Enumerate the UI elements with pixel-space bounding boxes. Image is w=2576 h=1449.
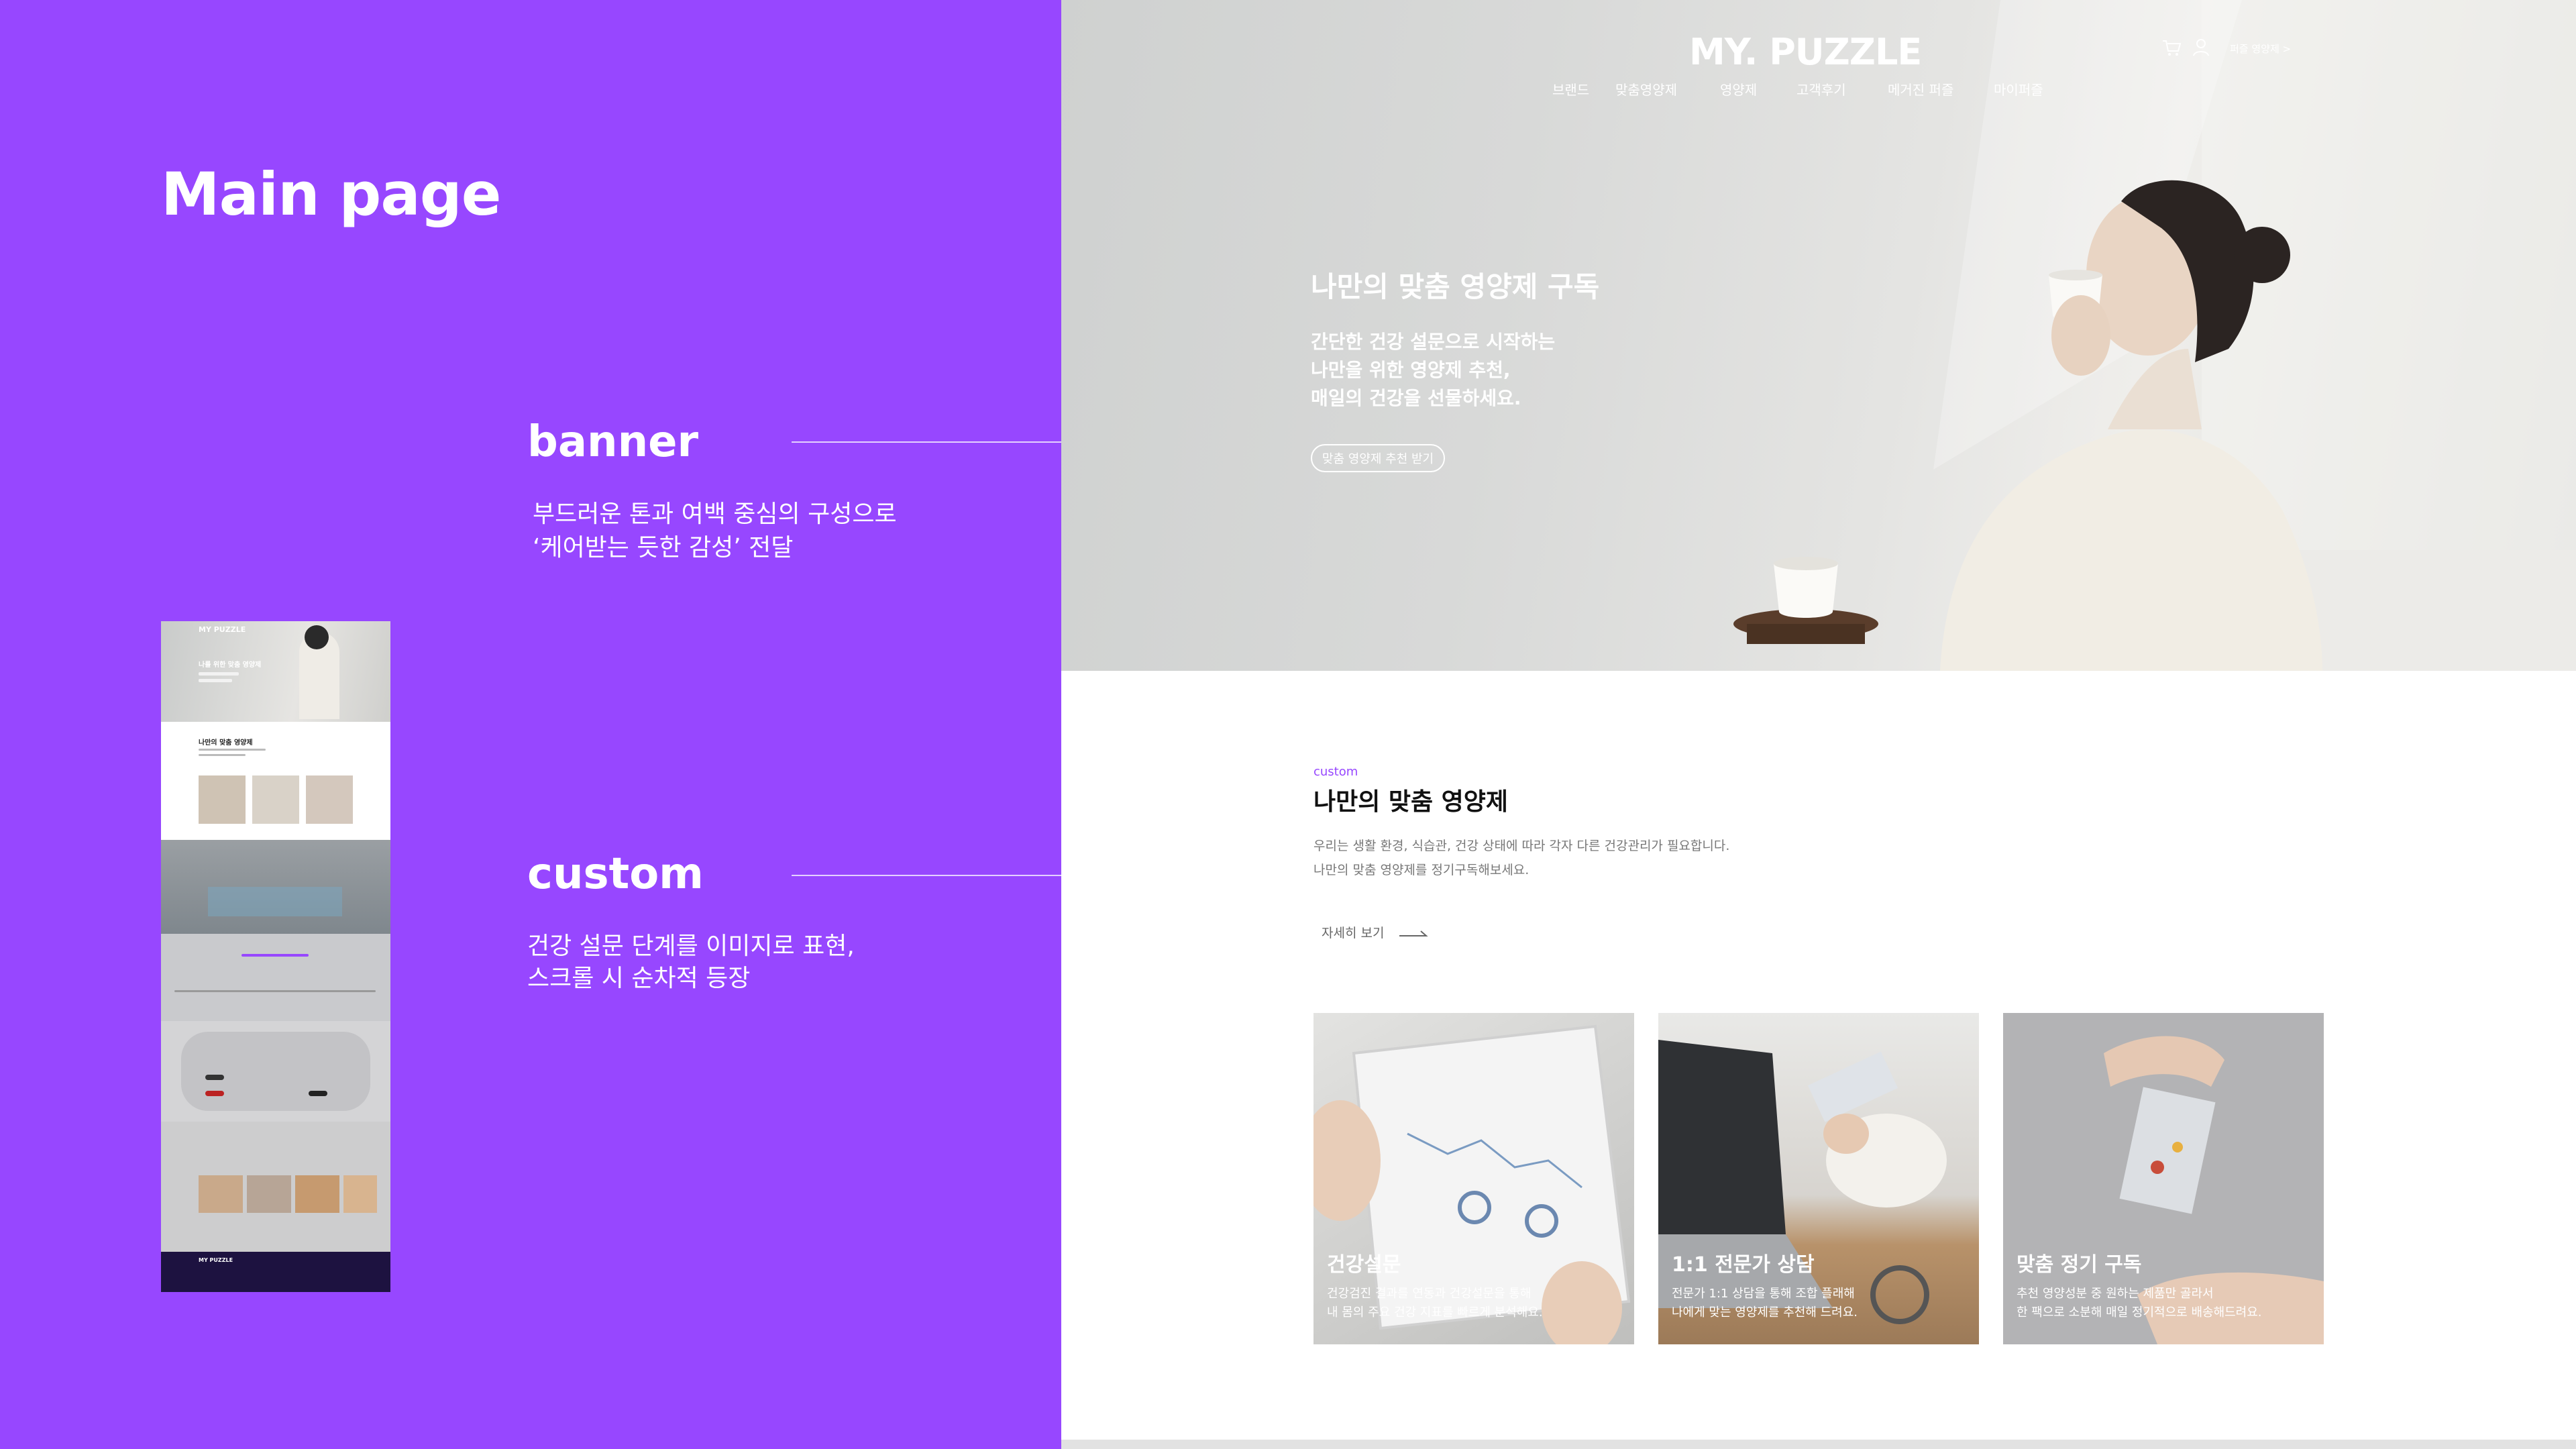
card-desc-line1: 건강검진 결과를 연동과 건강설문을 통해: [1327, 1287, 1532, 1301]
held-cup-rim: [2049, 270, 2102, 280]
thumb-review-img: [343, 1175, 377, 1213]
card-title: 1:1 전문가 상담: [1672, 1253, 1815, 1277]
thumb-footer: MY PUZZLE: [161, 1252, 390, 1292]
thumb-footer-logo: MY PUZZLE: [199, 1257, 233, 1263]
pill-blister: [1807, 1051, 1898, 1122]
thumb-recommend-section: [161, 1021, 390, 1122]
person-hand: [2051, 295, 2110, 376]
thumb-pill: [205, 1075, 224, 1080]
thumb-survey-section: [161, 840, 390, 934]
card-desc-line2: 한 팩으로 소분해 매일 정기적으로 배송해드려요.: [2017, 1305, 2262, 1320]
nav-item-magazine[interactable]: 메거진 퍼즐: [1888, 79, 1953, 99]
section-title-banner: banner: [527, 417, 699, 467]
hero-subtitle-line3: 매일의 건강을 선물하세요.: [1311, 387, 1521, 409]
hand: [1823, 1114, 1869, 1154]
pill: [2172, 1142, 2183, 1152]
thumb-hero-head: [305, 625, 329, 649]
annotation-panel: Main page banner 부드러운 톤과 여백 중심의 구성으로 ‘케어…: [0, 0, 1061, 1449]
more-link[interactable]: 자세히 보기: [1322, 923, 1429, 941]
next-section-edge: [1061, 1440, 2576, 1449]
full-page-thumbnail: MY PUZZLE 나를 위한 맞춤 영양제 나만의 맞춤 영양제 MY PUZ…: [161, 621, 390, 1292]
card-title: 맞춤 정기 구독: [2017, 1253, 2142, 1277]
thumb-card-2: [252, 775, 299, 824]
section-title-custom: custom: [527, 849, 704, 899]
card-desc-line1: 추천 영양성분 중 원하는 제품만 골라서: [2017, 1287, 2214, 1301]
connector-line-banner: [792, 441, 1061, 443]
nav-item-brand[interactable]: 브랜드: [1552, 79, 1589, 99]
thumb-survey-visual: [208, 887, 342, 916]
nav-item-reviews[interactable]: 고객후기: [1796, 79, 1846, 99]
thumb-steps-section: [161, 934, 390, 1021]
thumb-card-1: [199, 775, 246, 824]
thumb-line: [241, 954, 309, 957]
thumb-recommend-box: [181, 1032, 370, 1111]
table-cup-rim: [1774, 557, 1838, 570]
thumb-hero: MY PUZZLE 나를 위한 맞춤 영양제: [161, 621, 390, 722]
page-title: Main page: [161, 160, 501, 229]
user-icon[interactable]: [2192, 38, 2210, 56]
thumb-hero-title: 나를 위한 맞춤 영양제: [199, 661, 262, 669]
nav-item-mypuzzle[interactable]: 마이퍼즐: [1994, 79, 2043, 99]
thumb-review-img: [247, 1175, 291, 1213]
thumb-custom-heading: 나만의 맞춤 영양제: [199, 739, 253, 747]
section-desc-custom-line1: 건강 설문 단계를 이미지로 표현,: [527, 932, 855, 960]
wooden-stand-base: [1747, 624, 1865, 644]
thumb-custom-section: 나만의 맞춤 영양제: [161, 722, 390, 840]
card-health-survey[interactable]: 건강설문 건강검진 결과를 연동과 건강설문을 통해 내 몸의 주요 건강 지표…: [1313, 1013, 1634, 1344]
card-title: 건강설문: [1327, 1253, 1401, 1277]
card-subscription[interactable]: 맞춤 정기 구독 추천 영양성분 중 원하는 제품만 골라서 한 팩으로 소분해…: [2003, 1013, 2324, 1344]
thumb-review-section: [161, 1122, 390, 1252]
custom-heading: 나만의 맞춤 영양제: [1313, 788, 1509, 816]
thumb-logo: MY PUZZLE: [199, 625, 246, 634]
hero-subtitle-line2: 나만을 위한 영양제 추천,: [1311, 359, 1511, 381]
person-hair-bun: [2234, 227, 2290, 283]
custom-kicker: custom: [1313, 765, 1358, 779]
thumb-pill: [309, 1091, 327, 1096]
pill-pack: [2119, 1087, 2216, 1214]
thumb-line: [199, 749, 266, 751]
site-logo[interactable]: MY. PUZZLE: [1689, 31, 1922, 73]
hero-title: 나만의 맞춤 영양제 구독: [1311, 270, 1600, 303]
website-preview: MY. PUZZLE 브랜드 맞춤영양제 영양제 고객후기 메거진 퍼즐 마이퍼…: [1061, 0, 2576, 1449]
section-desc-banner-line1: 부드러운 톤과 여백 중심의 구성으로: [533, 500, 897, 528]
nav-item-custom-supplement[interactable]: 맞춤영양제: [1615, 79, 1677, 99]
hero-subtitle-line1: 간단한 건강 설문으로 시작하는: [1311, 331, 1556, 353]
hand-top: [2104, 1036, 2224, 1087]
thumb-line: [199, 754, 246, 756]
thumb-review-img: [295, 1175, 339, 1213]
card-expert-consult[interactable]: 1:1 전문가 상담 전문가 1:1 상담을 통해 조합 플래해 나에게 맞는 …: [1658, 1013, 1979, 1344]
cart-icon[interactable]: [2161, 39, 2182, 56]
utility-link[interactable]: 퍼즐 영양제 >: [2230, 42, 2291, 56]
custom-desc-line1: 우리는 생활 환경, 식습관, 건강 상태에 따라 각자 다른 건강관리가 필요…: [1313, 839, 1730, 853]
card-desc-line2: 나에게 맞는 영양제를 추천해 드려요.: [1672, 1305, 1858, 1320]
card-desc-line1: 전문가 1:1 상담을 통해 조합 플래해: [1672, 1287, 1855, 1301]
card-desc-line2: 내 몸의 주요 건강 지표를 빠르게 분석해요.: [1327, 1305, 1543, 1320]
thumb-review-img: [199, 1175, 243, 1213]
custom-desc-line2: 나만의 맞춤 영양제를 정기구독해보세요.: [1313, 863, 1529, 877]
section-desc-custom-line2: 스크롤 시 순차적 등장: [527, 965, 751, 992]
connector-line-custom: [792, 875, 1061, 876]
thumb-pill: [205, 1091, 224, 1096]
thumb-line: [199, 679, 232, 682]
more-link-label: 자세히 보기: [1322, 926, 1385, 941]
laptop-screen: [1658, 1040, 1786, 1234]
thumb-card-3: [306, 775, 353, 824]
thumb-line: [174, 990, 376, 992]
pill: [2151, 1161, 2164, 1174]
thumb-line: [199, 672, 239, 676]
stethoscope: [1870, 1265, 1929, 1324]
hero-cta-button[interactable]: 맞춤 영양제 추천 받기: [1311, 444, 1445, 472]
table-cup: [1774, 564, 1838, 618]
hero-banner: MY. PUZZLE 브랜드 맞춤영양제 영양제 고객후기 메거진 퍼즐 마이퍼…: [1061, 0, 2576, 671]
person-neck: [2108, 349, 2202, 429]
nav-item-supplement[interactable]: 영양제: [1720, 79, 1757, 99]
arrow-right-icon: [1399, 930, 1428, 936]
hero-photo: [1733, 0, 2576, 671]
section-desc-banner-line2: ‘케어받는 듯한 감성’ 전달: [533, 534, 794, 561]
